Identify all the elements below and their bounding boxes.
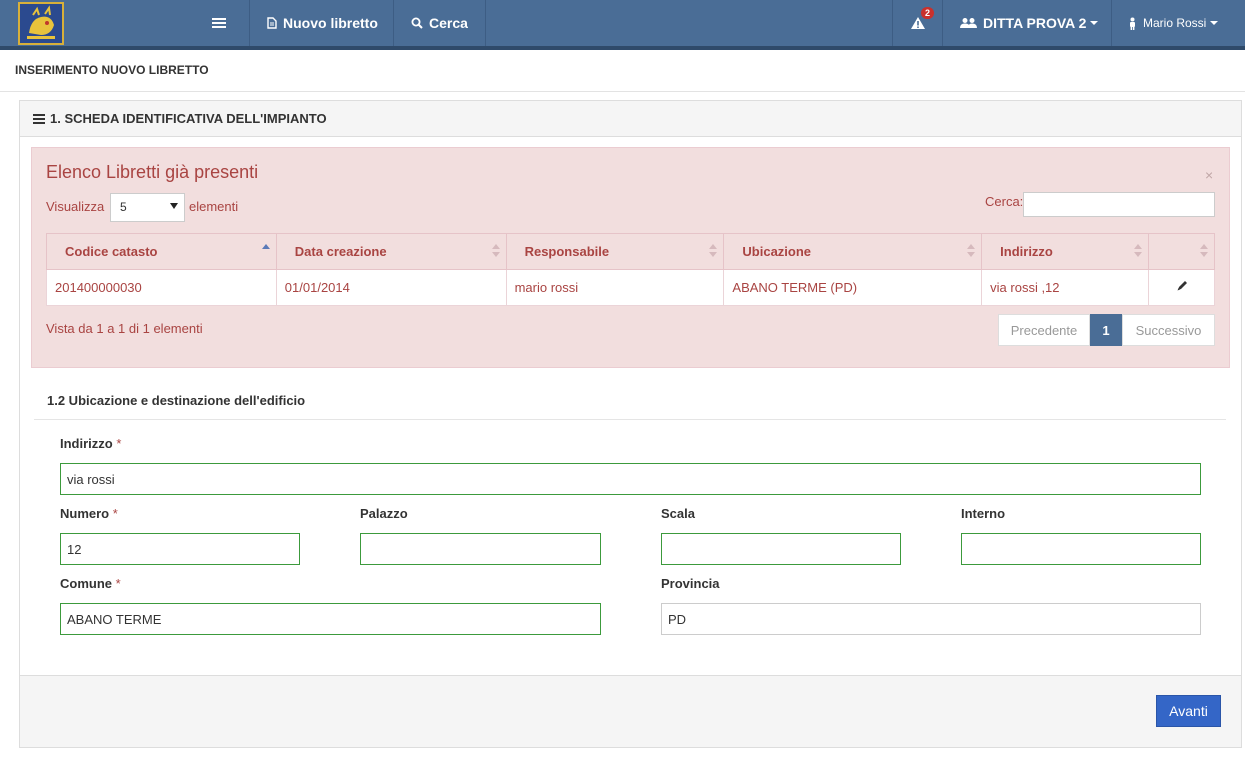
- numero-label: Numero *: [60, 506, 118, 521]
- alert-title: Elenco Libretti già presenti: [46, 162, 259, 182]
- col-indirizzo[interactable]: Indirizzo: [981, 233, 1150, 270]
- col-ubicazione[interactable]: Ubicazione: [723, 233, 983, 270]
- page-length-select[interactable]: 5: [110, 193, 185, 222]
- table-row[interactable]: 201400000030 01/01/2014 mario rossi ABAN…: [46, 269, 1215, 306]
- sort-asc-icon: [261, 244, 270, 260]
- sort-icon: [1134, 244, 1143, 260]
- pagination-next-button[interactable]: Successivo: [1122, 314, 1215, 346]
- pagination: Precedente 1 Successivo: [998, 314, 1215, 346]
- col-responsabile[interactable]: Responsabile: [505, 233, 725, 270]
- indirizzo-label: Indirizzo *: [60, 436, 122, 451]
- sort-icon: [1200, 244, 1208, 260]
- page-length-prefix: Visualizza: [46, 199, 105, 214]
- indirizzo-input[interactable]: via rossi: [60, 463, 1201, 495]
- user-name: Mario Rossi: [1143, 16, 1207, 30]
- nav-new-libretto[interactable]: Nuovo libretto: [267, 0, 378, 46]
- table-search-input[interactable]: [1023, 192, 1215, 217]
- region-logo[interactable]: [18, 2, 64, 45]
- sort-icon: [709, 244, 718, 260]
- cell-codice: 201400000030: [46, 269, 277, 306]
- cell-responsabile: mario rossi: [505, 269, 725, 306]
- page-length-suffix: elementi: [189, 199, 239, 214]
- user-dropdown[interactable]: Mario Rossi: [1128, 0, 1219, 46]
- required-mark: *: [112, 506, 118, 521]
- libretti-table: Codice catasto Data creazione Responsabi…: [46, 233, 1215, 306]
- nav-new-label: Nuovo libretto: [283, 15, 378, 31]
- lion-crest-icon: [21, 4, 61, 43]
- next-button[interactable]: Avanti: [1156, 695, 1221, 727]
- provincia-input[interactable]: PD: [661, 603, 1201, 635]
- panel-title-text: 1. SCHEDA IDENTIFICATIVA DELL'IMPIANTO: [50, 111, 327, 126]
- page-title: INSERIMENTO NUOVO LIBRETTO: [15, 63, 209, 77]
- required-mark: *: [115, 576, 121, 591]
- search-icon: [411, 17, 423, 29]
- provincia-label: Provincia: [661, 576, 720, 591]
- panel-title: 1. SCHEDA IDENTIFICATIVA DELL'IMPIANTO: [33, 111, 327, 126]
- cell-ubicazione: ABANO TERME (PD): [723, 269, 983, 306]
- interno-input[interactable]: [961, 533, 1201, 565]
- chevron-down-icon: [1210, 21, 1219, 25]
- section-divider: [34, 419, 1226, 420]
- nav-search-label: Cerca: [429, 15, 468, 31]
- users-icon: [960, 18, 977, 28]
- pagination-page-1[interactable]: 1: [1090, 314, 1122, 346]
- table-search-label: Cerca:: [985, 194, 1024, 209]
- nav-search[interactable]: Cerca: [411, 0, 468, 46]
- required-mark: *: [116, 436, 122, 451]
- scala-label: Scala: [661, 506, 695, 521]
- cell-data: 01/01/2014: [275, 269, 507, 306]
- col-actions: [1148, 233, 1215, 270]
- pencil-icon[interactable]: [1176, 280, 1188, 292]
- cell-actions: [1148, 269, 1215, 306]
- chevron-down-icon: [1090, 21, 1099, 25]
- col-codice-catasto[interactable]: Codice catasto: [46, 233, 277, 270]
- interno-label: Interno: [961, 506, 1006, 521]
- nav-divider: [892, 0, 893, 46]
- cell-indirizzo: via rossi ,12: [981, 269, 1150, 306]
- nav-divider: [249, 0, 250, 46]
- company-dropdown[interactable]: DITTA PROVA 2: [960, 0, 1099, 46]
- section-title: 1.2 Ubicazione e destinazione dell'edifi…: [47, 393, 306, 408]
- palazzo-label: Palazzo: [360, 506, 408, 521]
- menu-toggle-button[interactable]: [212, 0, 226, 46]
- company-name: DITTA PROVA 2: [983, 15, 1087, 31]
- nav-divider: [393, 0, 394, 46]
- comune-input[interactable]: ABANO TERME: [60, 603, 601, 635]
- page-length-value: 5: [120, 200, 127, 214]
- panel-footer: [19, 675, 1242, 748]
- col-data-creazione[interactable]: Data creazione: [275, 233, 507, 270]
- nav-divider: [1111, 0, 1112, 46]
- close-icon[interactable]: ×: [1205, 167, 1213, 183]
- document-icon: [267, 17, 277, 29]
- sort-icon: [491, 244, 500, 260]
- table-info: Vista da 1 a 1 di 1 elementi: [46, 321, 203, 336]
- alerts-count-badge: 2: [921, 7, 935, 19]
- comune-label: Comune *: [60, 576, 121, 591]
- scala-input[interactable]: [661, 533, 901, 565]
- nav-divider: [942, 0, 943, 46]
- numero-input[interactable]: 12: [60, 533, 300, 565]
- nav-divider: [485, 0, 486, 46]
- list-icon: [33, 112, 45, 126]
- user-icon: [1130, 17, 1135, 30]
- chevron-down-icon: [170, 203, 178, 209]
- hamburger-icon: [212, 18, 226, 28]
- pagination-prev-button[interactable]: Precedente: [998, 314, 1090, 346]
- sort-icon: [967, 244, 976, 260]
- palazzo-input[interactable]: [360, 533, 601, 565]
